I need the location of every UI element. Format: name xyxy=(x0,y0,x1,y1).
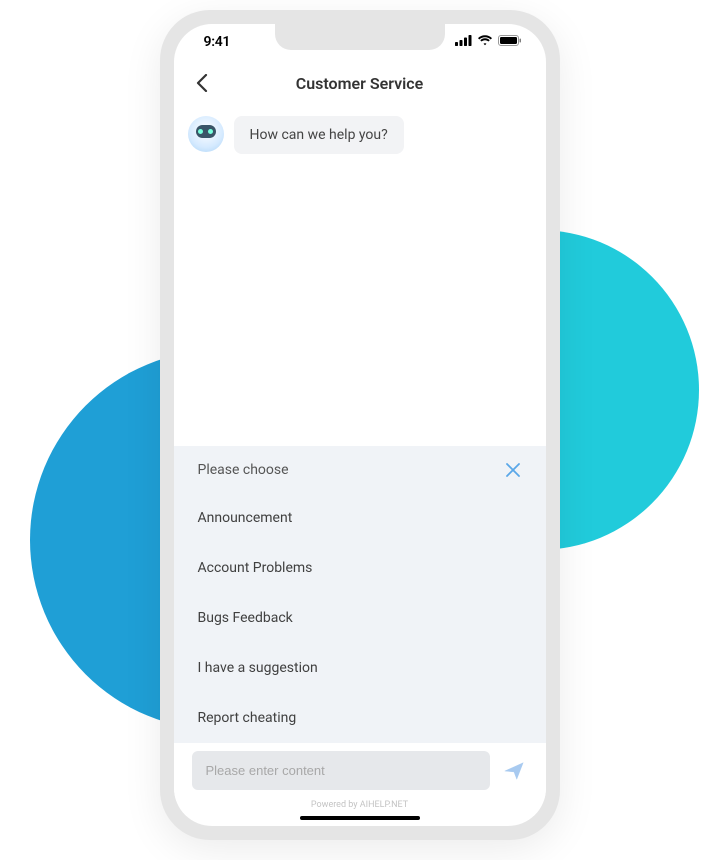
send-button[interactable] xyxy=(500,757,528,785)
battery-icon xyxy=(498,34,522,50)
chevron-left-icon xyxy=(196,74,208,92)
signal-icon xyxy=(455,34,472,50)
send-icon xyxy=(503,760,525,782)
home-indicator[interactable] xyxy=(300,816,420,820)
nav-bar: Customer Service xyxy=(174,60,546,106)
status-time: 9:41 xyxy=(204,34,231,50)
back-button[interactable] xyxy=(190,71,214,95)
message-input[interactable] xyxy=(192,751,490,790)
close-icon xyxy=(506,463,520,477)
bottom-section: Please choose Announcement Account Probl… xyxy=(174,446,546,826)
bot-message-bubble: How can we help you? xyxy=(234,116,404,154)
page-title: Customer Service xyxy=(296,74,424,93)
wifi-icon xyxy=(477,34,493,50)
phone-notch xyxy=(275,24,445,50)
menu-item-suggestion[interactable]: I have a suggestion xyxy=(174,643,546,693)
phone-frame: 9:41 Customer Service Ho xyxy=(160,10,560,840)
menu-item-report-cheating[interactable]: Report cheating xyxy=(174,693,546,743)
menu-panel: Please choose Announcement Account Probl… xyxy=(174,446,546,743)
status-icons xyxy=(455,34,522,50)
menu-item-account-problems[interactable]: Account Problems xyxy=(174,543,546,593)
phone-screen: 9:41 Customer Service Ho xyxy=(174,24,546,826)
menu-header: Please choose xyxy=(174,446,546,493)
input-bar xyxy=(174,743,546,796)
close-button[interactable] xyxy=(504,461,522,479)
menu-header-title: Please choose xyxy=(198,462,289,478)
menu-item-bugs-feedback[interactable]: Bugs Feedback xyxy=(174,593,546,643)
menu-item-announcement[interactable]: Announcement xyxy=(174,493,546,543)
chat-message-row: How can we help you? xyxy=(188,116,532,154)
bot-avatar-icon xyxy=(188,116,224,152)
chat-area: How can we help you? xyxy=(174,106,546,446)
powered-by-label: Powered by AIHELP.NET xyxy=(174,796,546,816)
